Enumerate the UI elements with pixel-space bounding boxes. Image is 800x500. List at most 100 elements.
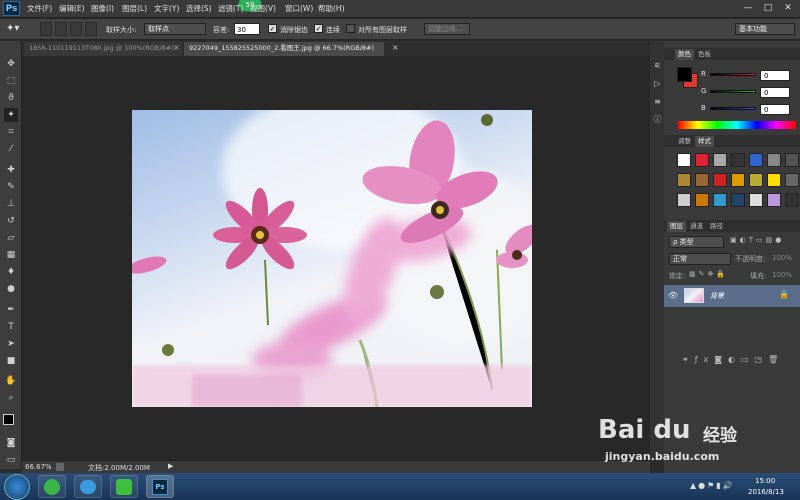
channel-value[interactable]: 0 <box>760 87 790 98</box>
refine-edge-button[interactable]: 调整边缘... <box>424 23 470 35</box>
menu-item[interactable]: 窗口(W) <box>285 3 313 14</box>
sample-size-select[interactable]: 取样点 <box>144 23 206 35</box>
foreground-color-swatch[interactable] <box>3 414 14 425</box>
layer-filter-select[interactable]: ρ 类型 <box>669 236 724 248</box>
blur-tool-icon[interactable]: ♦ <box>4 265 18 279</box>
quick-mask-icon[interactable]: ◙ <box>4 436 18 450</box>
marquee-tool-icon[interactable]: ⬚ <box>4 74 18 88</box>
eyedropper-tool-icon[interactable]: ⁄ <box>4 142 18 156</box>
browser-taskbar-icon[interactable] <box>38 475 66 498</box>
photoshop-taskbar-icon[interactable]: Ps <box>146 475 174 498</box>
menu-item[interactable]: 选择(S) <box>186 3 212 14</box>
style-swatch[interactable] <box>731 153 745 167</box>
antialias-checkbox[interactable]: ✓ <box>268 24 277 33</box>
style-swatch[interactable] <box>767 193 781 207</box>
style-swatch[interactable] <box>749 173 763 187</box>
subtract-selection-icon[interactable] <box>70 22 82 36</box>
intersect-selection-icon[interactable] <box>85 22 97 36</box>
style-swatch[interactable] <box>767 173 781 187</box>
layer-filter-icons[interactable]: ▣◐T▭▤● <box>730 236 796 248</box>
eye-icon[interactable]: 👁 <box>668 291 678 300</box>
style-swatch[interactable] <box>677 153 691 167</box>
style-swatch[interactable] <box>713 193 727 207</box>
style-swatch[interactable] <box>695 153 709 167</box>
style-swatch[interactable] <box>749 193 763 207</box>
tab-close-icon[interactable]: × <box>392 43 399 52</box>
properties-panel-icon[interactable]: ≡ <box>653 97 662 106</box>
info-panel-icon[interactable]: ⓘ <box>653 115 662 124</box>
menu-item[interactable]: 图层(L) <box>122 3 147 14</box>
tab-layers[interactable]: 图层 <box>667 221 686 232</box>
status-menu-arrow-icon[interactable]: ▶ <box>168 462 173 470</box>
share-icon[interactable] <box>56 463 64 471</box>
tab-document-2[interactable]: 9227049_155825525000_2.看图王.jpg @ 66.7%(R… <box>184 42 384 56</box>
channel-slider[interactable] <box>710 90 756 93</box>
maximize-button[interactable]: □ <box>758 2 778 15</box>
type-tool-icon[interactable]: T <box>4 320 18 334</box>
menu-item[interactable]: 文字(Y) <box>154 3 179 14</box>
brush-tool-icon[interactable]: ✎ <box>4 180 18 194</box>
channel-slider[interactable] <box>710 107 756 110</box>
style-swatch[interactable] <box>767 153 781 167</box>
cloud-taskbar-icon[interactable] <box>74 475 102 498</box>
style-swatch[interactable] <box>677 173 691 187</box>
layer-name[interactable]: 背景 <box>710 291 724 301</box>
move-tool-icon[interactable]: ✥ <box>4 57 18 71</box>
document-image[interactable] <box>132 110 532 407</box>
tab-swatches[interactable]: 色板 <box>695 49 714 60</box>
hand-tool-icon[interactable]: ✋ <box>4 374 18 388</box>
menu-item[interactable]: 编辑(E) <box>59 3 85 14</box>
video-taskbar-icon[interactable] <box>110 475 138 498</box>
new-selection-icon[interactable] <box>40 22 52 36</box>
history-brush-icon[interactable]: ↺ <box>4 214 18 228</box>
color-fg-swatch-front[interactable] <box>677 67 692 82</box>
magic-wand-icon[interactable]: ✦▾ <box>6 22 32 36</box>
menu-item[interactable]: 视图(V) <box>250 3 276 14</box>
style-swatch[interactable] <box>731 173 745 187</box>
actions-panel-icon[interactable]: ▷ <box>653 79 662 88</box>
tab-document-1[interactable]: 1856-110119113T080.jpg @ 100%(RGB/8#) <box>24 42 182 56</box>
channel-value[interactable]: 0 <box>760 70 790 81</box>
pen-tool-icon[interactable]: ✒ <box>4 303 18 317</box>
lock-icons[interactable]: ▦✎✥🔒 <box>689 270 728 278</box>
menu-item[interactable]: 帮助(H) <box>318 3 345 14</box>
gradient-tool-icon[interactable]: ▦ <box>4 248 18 262</box>
tab-styles[interactable]: 样式 <box>695 136 714 147</box>
crop-tool-icon[interactable]: ⌗ <box>4 125 18 139</box>
style-swatch[interactable] <box>785 193 799 207</box>
magic-wand-tool-icon[interactable]: ✦ <box>4 108 18 122</box>
dodge-tool-icon[interactable]: ● <box>4 282 18 296</box>
zoom-tool-icon[interactable]: ⌕ <box>4 391 18 405</box>
close-button[interactable]: ✕ <box>778 2 798 15</box>
all-layers-checkbox[interactable] <box>346 24 355 33</box>
style-swatch[interactable] <box>695 193 709 207</box>
healing-tool-icon[interactable]: ✚ <box>4 163 18 177</box>
tab-close-icon[interactable]: × <box>173 43 180 52</box>
style-swatch[interactable] <box>785 173 799 187</box>
shape-tool-icon[interactable]: ■ <box>4 354 18 368</box>
style-swatch[interactable] <box>713 173 727 187</box>
tab-adjustments[interactable]: 调整 <box>675 136 694 147</box>
add-selection-icon[interactable] <box>55 22 67 36</box>
eraser-tool-icon[interactable]: ▱ <box>4 231 18 245</box>
menu-item[interactable]: 文件(F) <box>27 3 52 14</box>
stamp-tool-icon[interactable]: ⊥ <box>4 197 18 211</box>
menu-item[interactable]: 图像(I) <box>91 3 114 14</box>
workspace-select[interactable]: 基本功能 <box>735 23 795 35</box>
blend-mode-select[interactable]: 正常 <box>669 253 731 265</box>
style-swatch[interactable] <box>731 193 745 207</box>
tab-paths[interactable]: 路径 <box>707 221 726 232</box>
lasso-tool-icon[interactable]: ϑ <box>4 91 18 105</box>
tab-channels[interactable]: 通道 <box>687 221 706 232</box>
opacity-value[interactable]: 100% <box>772 254 792 262</box>
style-swatch[interactable] <box>785 153 799 167</box>
minimize-button[interactable]: — <box>738 2 758 15</box>
color-spectrum[interactable] <box>678 121 796 129</box>
layer-actions[interactable]: ⚭ƒx◙◐▭◳🗑 <box>682 355 792 365</box>
tolerance-input[interactable]: 30 <box>234 23 260 35</box>
style-swatch[interactable] <box>749 153 763 167</box>
screen-mode-icon[interactable]: ▭ <box>4 453 18 467</box>
tab-color[interactable]: 颜色 <box>675 49 694 60</box>
style-swatch[interactable] <box>677 193 691 207</box>
start-button[interactable] <box>4 474 30 500</box>
